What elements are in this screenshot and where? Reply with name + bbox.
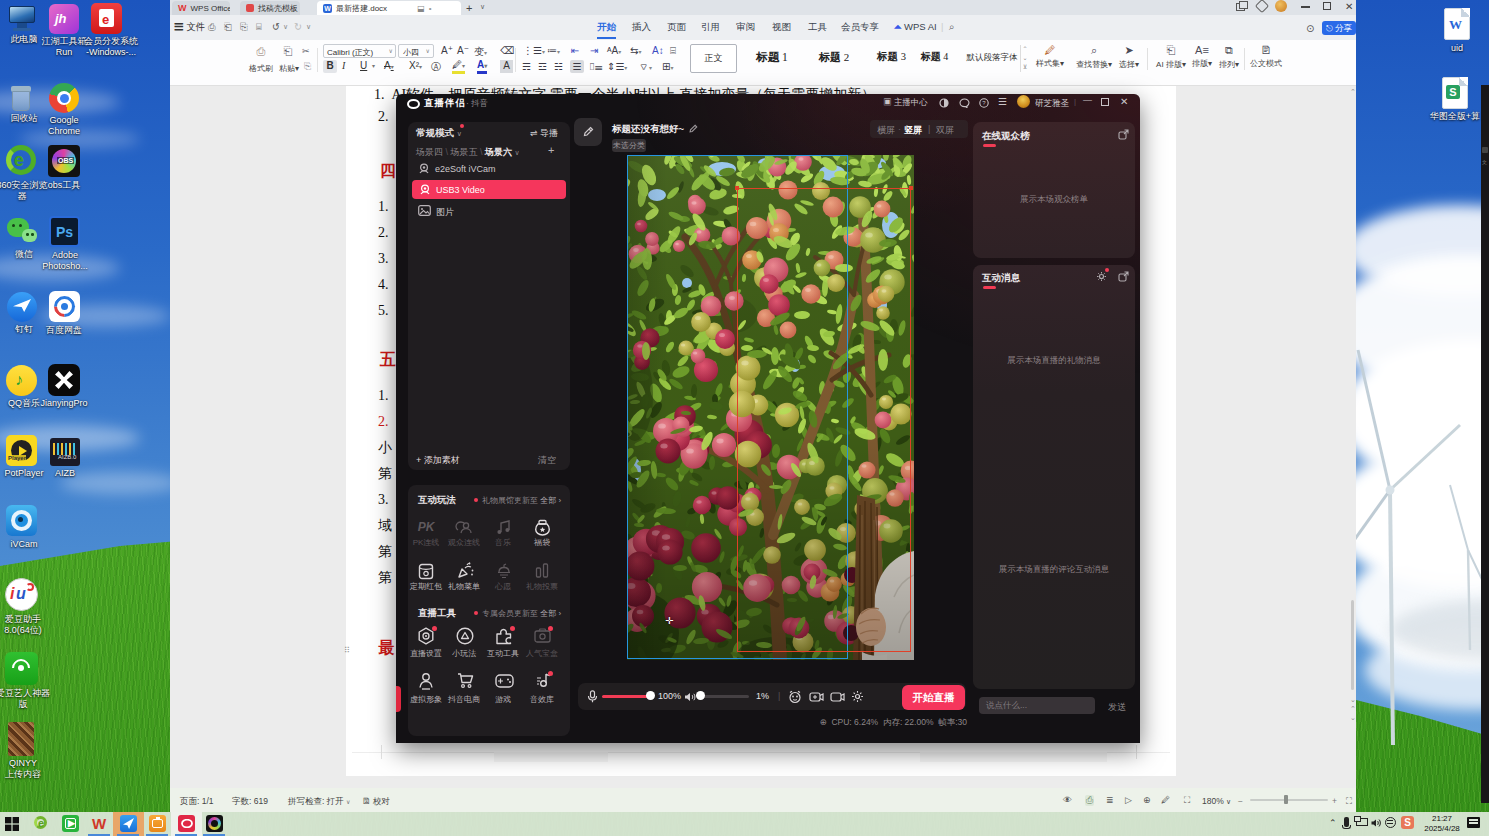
svg-text:?: ? bbox=[982, 100, 986, 106]
